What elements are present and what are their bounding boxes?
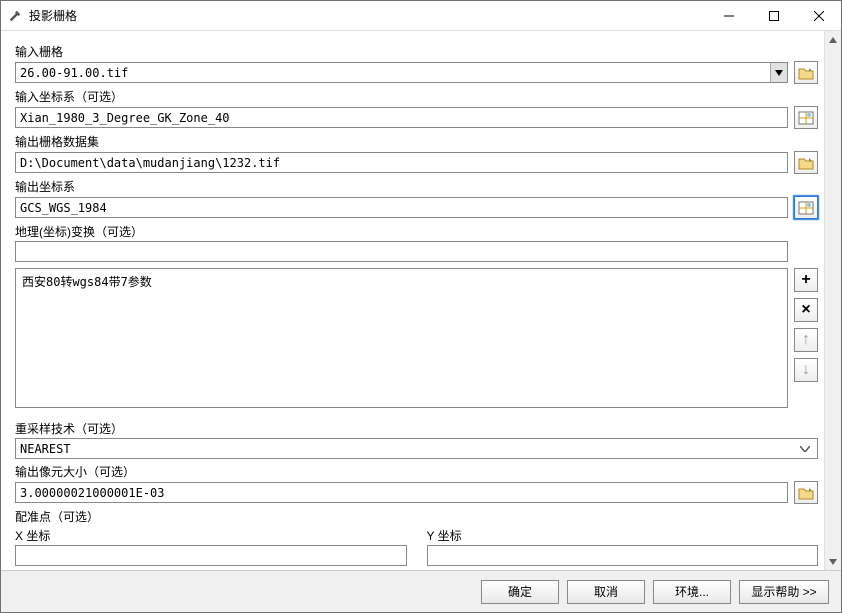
geo-transform-field[interactable] bbox=[15, 241, 788, 262]
show-help-button[interactable]: 显示帮助 >> bbox=[739, 580, 829, 604]
close-button[interactable] bbox=[796, 1, 841, 30]
label-output-dataset: 输出栅格数据集 bbox=[15, 133, 818, 150]
browse-output-button[interactable] bbox=[794, 151, 818, 174]
cancel-button[interactable]: 取消 bbox=[567, 580, 645, 604]
label-input-crs: 输入坐标系（可选） bbox=[15, 88, 818, 105]
output-dataset-field[interactable] bbox=[15, 152, 788, 173]
move-down-button[interactable]: ↓ bbox=[794, 358, 818, 382]
minimize-button[interactable] bbox=[706, 1, 751, 30]
label-reg-point: 配准点（可选） bbox=[15, 508, 818, 525]
move-up-button[interactable]: ↑ bbox=[794, 328, 818, 352]
label-y-coord: Y 坐标 bbox=[427, 527, 819, 544]
scroll-up-icon bbox=[825, 31, 841, 48]
hammer-icon bbox=[7, 8, 23, 24]
label-output-crs: 输出坐标系 bbox=[15, 178, 818, 195]
form-content: 输入栅格 26.00-91.00.tif 输入坐标系（可选） bbox=[1, 31, 824, 570]
browse-cell-size-button[interactable] bbox=[794, 481, 818, 504]
list-item[interactable]: 西安80转wgs84带7参数 bbox=[22, 273, 781, 290]
ok-button[interactable]: 确定 bbox=[481, 580, 559, 604]
arrow-up-icon: ↑ bbox=[802, 331, 810, 349]
label-cell-size: 输出像元大小（可选） bbox=[15, 463, 818, 480]
crs-picker-output-button[interactable] bbox=[794, 196, 818, 219]
scroll-down-icon bbox=[825, 553, 841, 570]
x-coord-field[interactable] bbox=[15, 545, 407, 566]
y-coord-field[interactable] bbox=[427, 545, 819, 566]
vertical-scrollbar[interactable] bbox=[824, 31, 841, 570]
titlebar: 投影栅格 bbox=[1, 1, 841, 31]
window-title: 投影栅格 bbox=[29, 7, 77, 24]
dialog-window: 投影栅格 输入栅格 26.00-91.00.tif bbox=[0, 0, 842, 613]
output-crs-field[interactable] bbox=[15, 197, 788, 218]
plus-icon: + bbox=[801, 271, 810, 289]
label-x-coord: X 坐标 bbox=[15, 527, 407, 544]
maximize-button[interactable] bbox=[751, 1, 796, 30]
input-crs-field[interactable] bbox=[15, 107, 788, 128]
chevron-down-icon bbox=[797, 446, 813, 452]
transform-listbox[interactable]: 西安80转wgs84带7参数 bbox=[15, 268, 788, 408]
input-raster-value: 26.00-91.00.tif bbox=[20, 66, 128, 80]
browse-input-raster-button[interactable] bbox=[794, 61, 818, 84]
add-button[interactable]: + bbox=[794, 268, 818, 292]
label-input-raster: 输入栅格 bbox=[15, 43, 818, 60]
input-raster-dropdown[interactable]: 26.00-91.00.tif bbox=[15, 62, 788, 83]
button-bar: 确定 取消 环境... 显示帮助 >> bbox=[1, 570, 841, 612]
arrow-down-icon: ↓ bbox=[802, 361, 810, 379]
environments-button[interactable]: 环境... bbox=[653, 580, 731, 604]
resample-value: NEAREST bbox=[20, 442, 71, 456]
x-icon: × bbox=[801, 301, 810, 319]
remove-button[interactable]: × bbox=[794, 298, 818, 322]
chevron-down-icon bbox=[770, 63, 787, 82]
label-geo-transform: 地理(坐标)变换（可选） bbox=[15, 223, 818, 240]
cell-size-field[interactable] bbox=[15, 482, 788, 503]
label-resample: 重采样技术（可选） bbox=[15, 420, 818, 437]
resample-dropdown[interactable]: NEAREST bbox=[15, 438, 818, 459]
crs-picker-button[interactable] bbox=[794, 106, 818, 129]
